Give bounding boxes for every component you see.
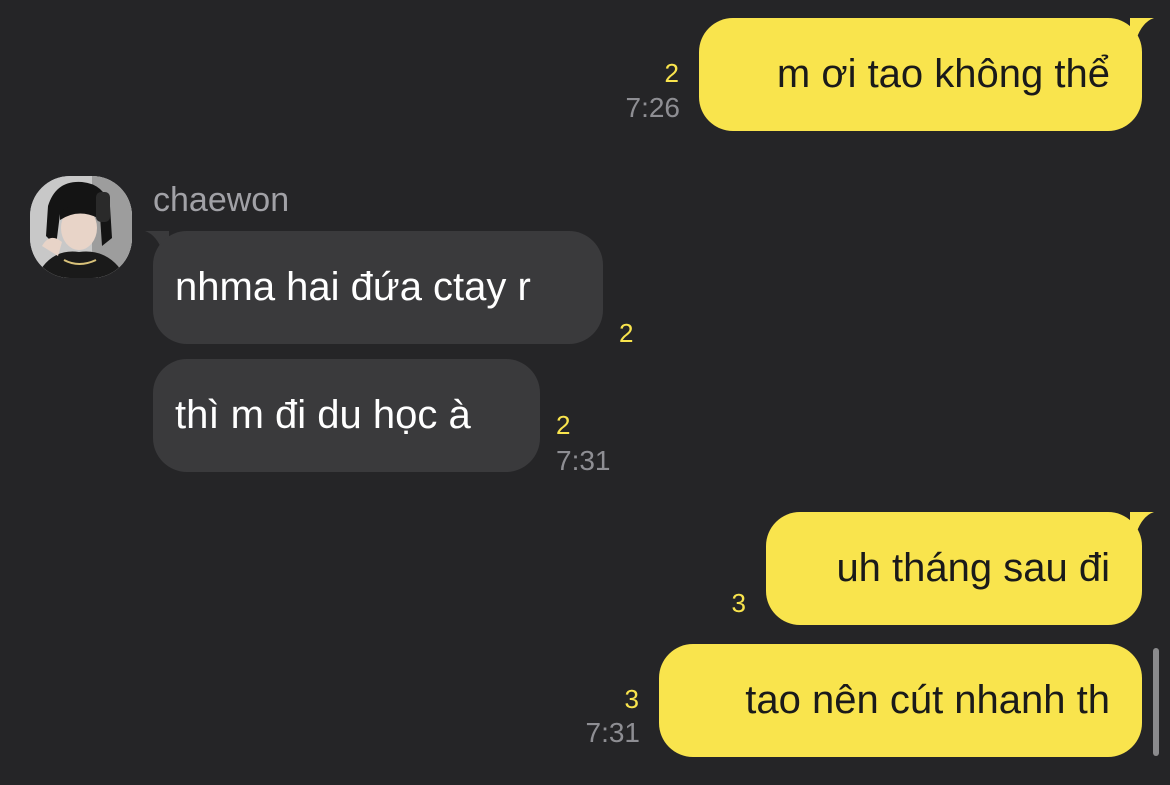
message-text: thì m đi du học à [175,393,471,437]
unread-count: 2 [664,58,679,88]
avatar[interactable] [30,176,132,278]
unread-count: 3 [731,588,746,618]
sent-message-bubble[interactable]: m ơi tao không thể [699,18,1142,131]
message-text: m ơi tao không thể [776,52,1110,96]
unread-count: 3 [624,684,639,714]
message-timestamp: 7:26 [625,92,681,123]
bubble-tail [1130,512,1154,536]
sent-message-bubble[interactable]: tao nên cút nhanh th [659,644,1142,757]
message-timestamp: 7:31 [585,717,641,748]
sender-name: chaewon [153,181,290,219]
message-text: uh tháng sau đi [836,546,1110,590]
message-timestamp: 7:31 [556,445,611,476]
scrollbar[interactable] [1153,648,1159,756]
message-text: tao nên cút nhanh th [745,678,1110,722]
unread-count: 2 [556,410,571,440]
received-message-bubble[interactable]: thì m đi du học à [153,359,540,472]
received-message-bubble[interactable]: nhma hai đứa ctay r [153,231,603,344]
bubble-tail [1130,18,1154,42]
message-text: nhma hai đứa ctay r [175,265,531,309]
sent-message-bubble[interactable]: uh tháng sau đi [766,512,1142,625]
unread-count: 2 [619,318,634,348]
